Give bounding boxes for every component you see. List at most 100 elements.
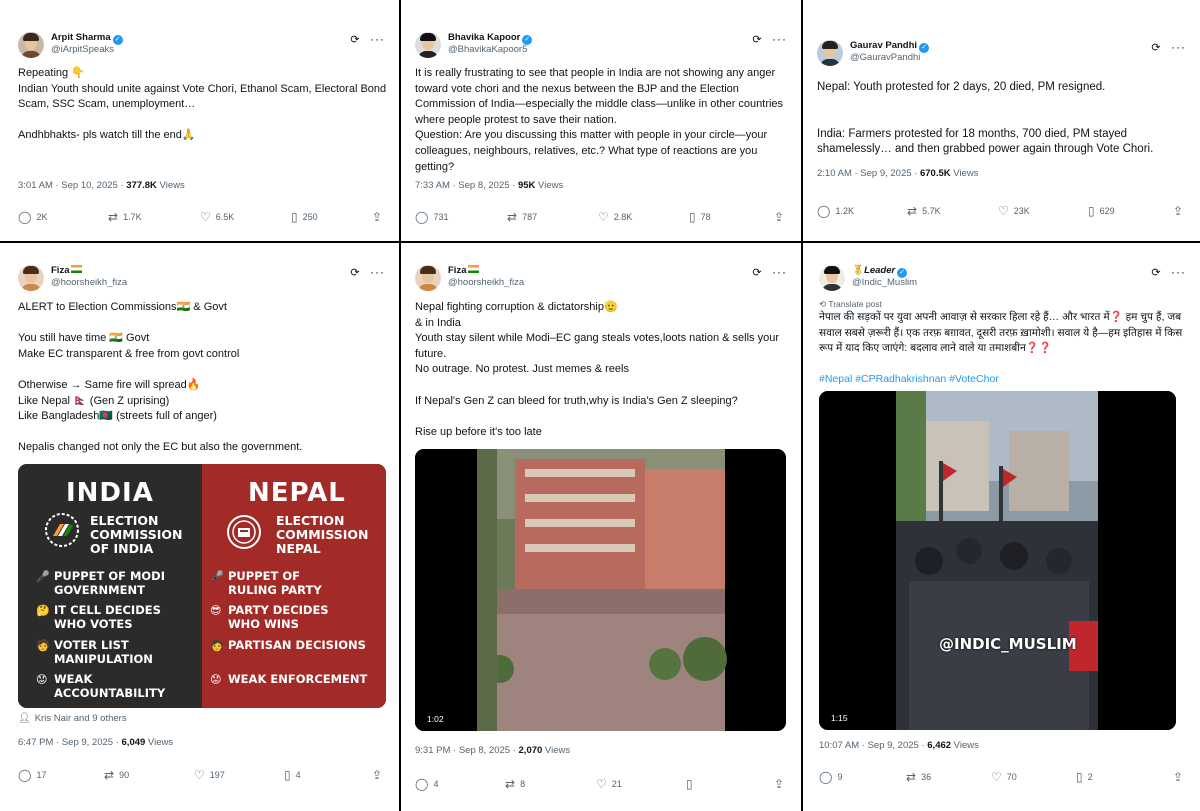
worried-icon: 😟	[210, 673, 222, 686]
repost-button[interactable]: ⇄ 36	[906, 770, 931, 784]
tweet-card[interactable]: 🏅︎Leader ✓ @Indic_Muslim ⟳ ··· ⟲ Translat…	[803, 243, 1200, 811]
more-options-icon[interactable]: ···	[1171, 265, 1186, 279]
display-name[interactable]: Fiza	[448, 265, 480, 276]
timestamp[interactable]: 9:31 PM · Sep 8, 2025 ·	[415, 745, 519, 756]
text-line: Like Bangladesh🇧🇩 (streets full of anger…	[18, 410, 217, 423]
handle[interactable]: @hoorsheikh_fiza	[448, 277, 524, 288]
share-button[interactable]: ⇪	[1173, 770, 1188, 784]
repost-button[interactable]: ⇄ 1.7K	[108, 210, 142, 224]
nepal-point: 🎤 PUPPET OF RULING PARTY	[210, 569, 322, 597]
avatar[interactable]	[18, 32, 44, 58]
handle[interactable]: @iArpitSpeaks	[51, 44, 114, 55]
text-line: If Nepal's Gen Z can bleed for truth,why…	[415, 394, 738, 407]
timestamp[interactable]: 3:01 AM · Sep 10, 2025 ·	[18, 180, 126, 191]
bookmark-button[interactable]: ▯ 4	[284, 768, 301, 782]
person-icon: 🧑	[210, 639, 224, 652]
action-bar: ◯ 1.2K ⇄ 5.7K ♡ 23K ▯ 629 ⇪	[817, 204, 1188, 218]
like-button[interactable]: ♡ 2.8K	[598, 210, 632, 224]
bookmark-button[interactable]: ▯ 629	[1088, 204, 1115, 218]
timestamp[interactable]: 2:10 AM · Sep 9, 2025 ·	[817, 168, 920, 179]
nepal-title: NEPAL	[248, 478, 346, 508]
comparison-image[interactable]: INDIA ELECTION COMMISSION OF INDIA 🎤 PUPPET…	[18, 464, 386, 708]
handle[interactable]: @hoorsheikh_fiza	[51, 277, 127, 288]
timestamp[interactable]: 10:07 AM · Sep 9, 2025 ·	[819, 740, 927, 751]
video-duration: 1:15	[827, 712, 852, 724]
share-icon: ⇪	[1172, 770, 1183, 784]
more-options-icon[interactable]: ···	[772, 32, 787, 46]
view-count: 6,462	[927, 740, 952, 751]
avatar[interactable]	[817, 40, 843, 66]
grok-icon[interactable]: ⟳	[751, 267, 763, 279]
grok-icon[interactable]: ⟳	[349, 34, 361, 46]
reply-button[interactable]: ◯ 1.2K	[817, 204, 854, 218]
views-label: Views	[535, 180, 564, 191]
text-line: Question: Are you discussing this matter…	[415, 129, 771, 173]
text-line: Like Nepal 🇳🇵 (Gen Z uprising)	[18, 394, 170, 407]
bookmark-button[interactable]: ▯ 78	[689, 210, 711, 224]
tagged-users[interactable]: 👤︎ Kris Nair and 9 others	[18, 713, 127, 724]
bookmark-button[interactable]: ▯ 2	[1076, 770, 1093, 784]
share-button[interactable]: ⇪	[1173, 204, 1188, 218]
repost-icon: ⇄	[906, 770, 917, 784]
bookmark-icon: ▯	[291, 210, 298, 224]
ec-line: COMMISSION	[276, 527, 369, 542]
reply-button[interactable]: ◯ 9	[819, 770, 842, 784]
reply-button[interactable]: ◯ 17	[18, 768, 46, 782]
verified-icon: ✓	[112, 35, 123, 45]
grok-icon[interactable]: ⟳	[1150, 42, 1162, 54]
reply-button[interactable]: ◯ 4	[415, 777, 438, 791]
handle[interactable]: @BhavikaKapoor5	[448, 44, 527, 55]
reply-button[interactable]: ◯ 2K	[18, 210, 47, 224]
repost-button[interactable]: ⇄ 787	[507, 210, 537, 224]
tweet-header: Fiza @hoorsheikh_fiza ⟳ ···	[415, 265, 787, 295]
tweet-card[interactable]: Gaurav Pandhi ✓ @GauravPandhi ⟳ ··· Nepal…	[803, 0, 1200, 241]
repost-button[interactable]: ⇄ 8	[505, 777, 525, 791]
more-options-icon[interactable]: ···	[370, 32, 385, 46]
like-button[interactable]: ♡ 70	[991, 770, 1017, 784]
grok-icon[interactable]: ⟳	[349, 267, 361, 279]
view-count: 95K	[517, 180, 536, 191]
display-name[interactable]: Fiza	[51, 265, 83, 276]
video-player[interactable]: @INDIC_MUSLIM 1:15	[819, 391, 1176, 730]
share-button[interactable]: ⇪	[372, 768, 387, 782]
avatar[interactable]	[415, 265, 441, 291]
translate-post-link[interactable]: ⟲ Translate post	[819, 299, 882, 310]
reply-icon: ◯	[817, 204, 831, 218]
share-button[interactable]: ⇪	[774, 777, 789, 791]
text-line	[819, 357, 1188, 373]
more-options-icon[interactable]: ···	[772, 265, 787, 279]
avatar[interactable]	[819, 265, 845, 291]
like-button[interactable]: ♡ 197	[194, 768, 225, 782]
tweet-card[interactable]: Fiza @hoorsheikh_fiza ⟳ ··· ALERT to Ele…	[0, 243, 399, 811]
reply-button[interactable]: ◯ 731	[415, 210, 448, 224]
avatar[interactable]	[18, 265, 44, 291]
timestamp[interactable]: 7:33 AM · Sep 8, 2025 ·	[415, 180, 518, 191]
share-button[interactable]: ⇪	[372, 210, 387, 224]
more-options-icon[interactable]: ···	[1171, 40, 1186, 54]
like-button[interactable]: ♡ 6.5K	[200, 210, 234, 224]
bookmark-button[interactable]: ▯	[686, 777, 698, 791]
tweet-card[interactable]: Bhavika Kapoor ✓ @BhavikaKapoor5 ⟳ ··· It…	[401, 0, 801, 241]
avatar[interactable]	[415, 32, 441, 58]
tweet-text: Nepal: Youth protested for 2 days, 20 di…	[817, 80, 1188, 158]
repost-button[interactable]: ⇄ 5.7K	[907, 204, 941, 218]
share-button[interactable]: ⇪	[774, 210, 789, 224]
tweet-card[interactable]: Fiza @hoorsheikh_fiza ⟳ ··· Nepal fighti…	[401, 243, 801, 811]
ec-nepal-logo-icon	[226, 514, 262, 550]
text-line: You still have time 🇮🇳 Govt	[18, 332, 150, 345]
share-icon: ⇪	[773, 777, 784, 791]
action-bar: ◯ 9 ⇄ 36 ♡ 70 ▯ 2 ⇪	[819, 770, 1188, 784]
handle[interactable]: @Indic_Muslim	[852, 277, 917, 288]
grok-icon[interactable]: ⟳	[1150, 267, 1162, 279]
like-button[interactable]: ♡ 23K	[998, 204, 1030, 218]
bookmark-button[interactable]: ▯ 250	[291, 210, 318, 224]
more-options-icon[interactable]: ···	[370, 265, 385, 279]
hashtags[interactable]: #Nepal #CPRadhakrishnan #VoteChor	[819, 372, 1188, 388]
like-button[interactable]: ♡ 21	[596, 777, 622, 791]
handle[interactable]: @GauravPandhi	[850, 52, 920, 63]
grok-icon[interactable]: ⟳	[751, 34, 763, 46]
video-player[interactable]: 1:02	[415, 449, 786, 731]
tweet-card[interactable]: Arpit Sharma ✓ @iArpitSpeaks ⟳ ··· Repeat…	[0, 0, 399, 241]
timestamp[interactable]: 6:47 PM · Sep 9, 2025 ·	[18, 737, 122, 748]
repost-button[interactable]: ⇄ 90	[104, 768, 129, 782]
